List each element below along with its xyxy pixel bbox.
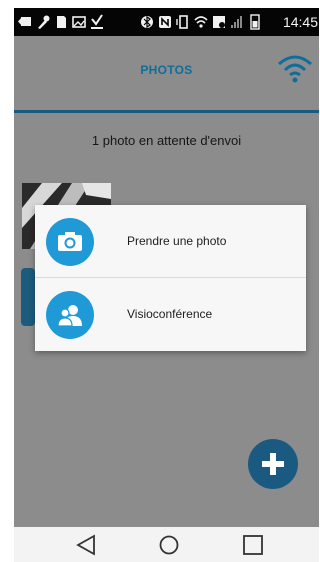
status-bar: 14:45 bbox=[14, 8, 319, 36]
bluetooth-icon bbox=[140, 13, 154, 31]
video-call-icon bbox=[57, 305, 82, 327]
screen: 14:45 PHOTOS 1 photo en attente d'envoi bbox=[0, 0, 319, 562]
pending-status-text: 1 photo en attente d'envoi bbox=[91, 133, 242, 148]
wifi-icon bbox=[194, 13, 208, 31]
side-panel-tab[interactable] bbox=[21, 268, 35, 326]
back-arrow-icon bbox=[18, 13, 32, 31]
vibrate-icon bbox=[176, 13, 190, 31]
download-icon bbox=[90, 13, 104, 31]
status-time: 14:45 bbox=[282, 14, 318, 30]
no-sim-icon bbox=[212, 13, 226, 31]
video-call-icon-circle bbox=[46, 291, 94, 339]
signal-icon bbox=[230, 13, 244, 31]
add-button[interactable] bbox=[248, 439, 298, 489]
capture-options-dialog: Prendre une photo Visioconférence bbox=[35, 205, 306, 351]
image-icon bbox=[72, 13, 86, 31]
back-icon[interactable] bbox=[74, 533, 98, 557]
video-call-label: Visioconférence bbox=[127, 307, 213, 321]
nfc-icon bbox=[158, 13, 172, 31]
camera-icon bbox=[58, 232, 82, 251]
take-photo-option[interactable]: Prendre une photo bbox=[35, 205, 306, 277]
take-photo-label: Prendre une photo bbox=[127, 234, 227, 248]
sd-card-icon bbox=[54, 13, 68, 31]
home-icon[interactable] bbox=[157, 533, 181, 557]
wrench-icon bbox=[36, 13, 50, 31]
video-call-option[interactable]: Visioconférence bbox=[35, 278, 306, 350]
page-title: PHOTOS bbox=[140, 63, 193, 77]
camera-icon-circle bbox=[46, 218, 94, 266]
recents-icon[interactable] bbox=[241, 533, 265, 557]
app-bar: PHOTOS bbox=[14, 36, 319, 110]
plus-icon bbox=[262, 453, 284, 475]
battery-icon bbox=[248, 13, 262, 31]
navigation-bar bbox=[14, 527, 319, 562]
wifi-icon[interactable] bbox=[276, 52, 314, 84]
